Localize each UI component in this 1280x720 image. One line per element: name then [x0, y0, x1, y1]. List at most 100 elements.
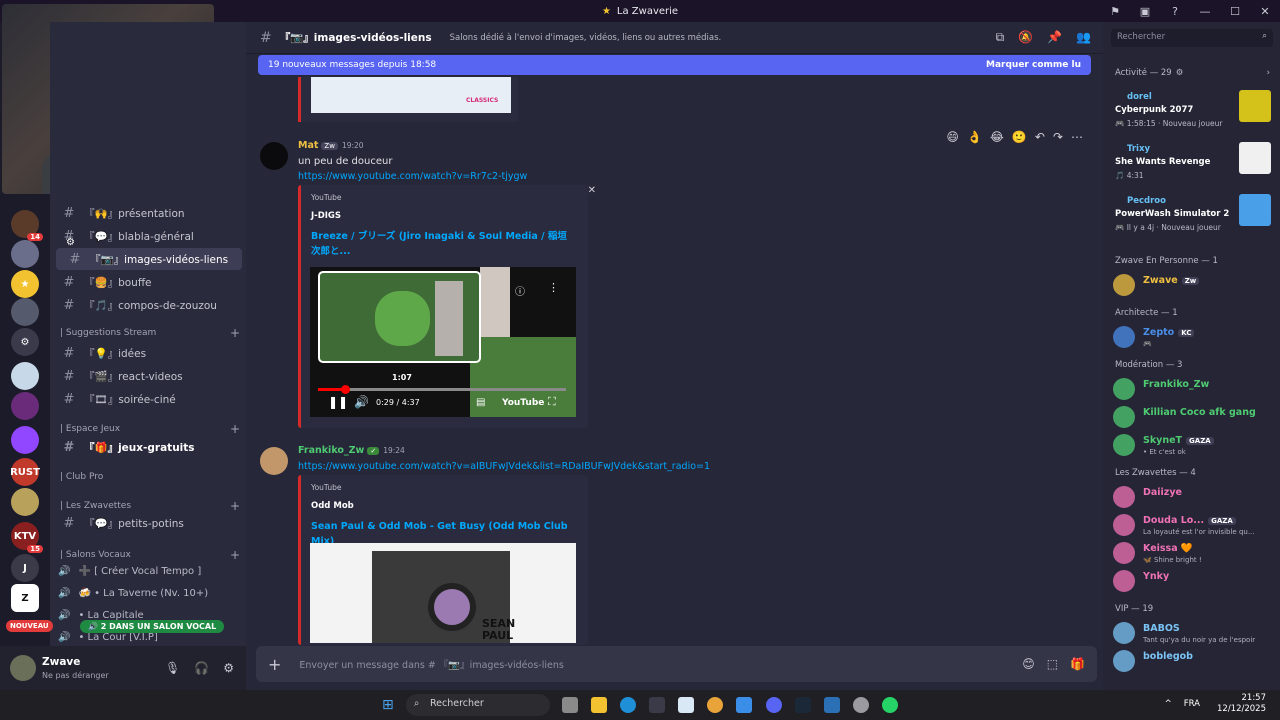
- server-icon[interactable]: [11, 240, 39, 268]
- category-suggestions[interactable]: | Suggestions Stream +: [60, 326, 240, 340]
- progress-track[interactable]: [318, 385, 566, 394]
- embed-provider[interactable]: YouTube: [311, 483, 342, 492]
- author-name[interactable]: Mat: [298, 140, 318, 151]
- server-icon[interactable]: [11, 298, 39, 326]
- embed-provider[interactable]: YouTube: [311, 193, 342, 202]
- server-icon[interactable]: KTV 15: [11, 522, 43, 553]
- message-link[interactable]: https://www.youtube.com/watch?v=aIBUFwJV…: [298, 461, 710, 472]
- titlebar-icon-3[interactable]: —: [1190, 5, 1220, 18]
- member-item[interactable]: boblegob: [1113, 646, 1275, 676]
- apps-icon[interactable]: ⬚: [1047, 657, 1058, 671]
- channel-item[interactable]: # 『💡』idées: [50, 342, 246, 364]
- discord-icon[interactable]: [766, 697, 782, 713]
- microphone-icon[interactable]: 🎙: [165, 661, 180, 675]
- channel-item[interactable]: # 『🍔』bouffe: [50, 271, 246, 293]
- clock[interactable]: 21:57 12/12/2025: [1217, 693, 1266, 715]
- pause-icon[interactable]: ❚❚: [328, 395, 348, 409]
- server-icon[interactable]: 14: [11, 210, 43, 241]
- threads-icon[interactable]: ⧉: [996, 30, 1005, 45]
- titlebar-icon-1[interactable]: ▣: [1130, 5, 1160, 18]
- avatar[interactable]: [260, 447, 288, 475]
- activity-header[interactable]: Activité — 29 ⚙ ›: [1115, 68, 1270, 78]
- video-thumbnail[interactable]: SEAN PAUL: [310, 543, 576, 643]
- avatar[interactable]: [10, 655, 36, 681]
- server-icon[interactable]: Z: [11, 584, 39, 612]
- server-icon[interactable]: [11, 362, 39, 390]
- member-item[interactable]: Keissa 🧡 🦋 Shine bright !: [1113, 538, 1275, 568]
- message-input[interactable]: + Envoyer un message dans # 『📷』images-vi…: [256, 646, 1097, 682]
- channel-topic[interactable]: Salons dédié à l'envoi d'images, vidéos,…: [450, 33, 722, 43]
- embed-title[interactable]: Breeze / ブリーズ (Jiro Inagaki & Soul Media…: [311, 229, 576, 259]
- edge-icon[interactable]: [620, 697, 636, 713]
- member-item[interactable]: Zwave Zw: [1113, 270, 1275, 300]
- server-icon[interactable]: RUST: [10, 458, 40, 486]
- titlebar-icon-4[interactable]: ☐: [1220, 5, 1250, 18]
- message-link[interactable]: https://www.youtube.com/watch?v=Rr7c2-tj…: [298, 171, 527, 182]
- settings-icon[interactable]: ⚙: [223, 661, 234, 675]
- notepad-icon[interactable]: [678, 697, 694, 713]
- emoji-icon[interactable]: 😊: [1022, 657, 1035, 671]
- channel-item[interactable]: # 『🎵』compos-de-zouzou: [50, 294, 246, 316]
- titlebar-icon-2[interactable]: ?: [1160, 5, 1190, 18]
- category-jeux[interactable]: | Espace Jeux +: [60, 422, 240, 436]
- member-item[interactable]: Ynky: [1113, 566, 1275, 596]
- add-channel-icon[interactable]: +: [230, 422, 240, 436]
- member-item[interactable]: SkyneT GAZA • Et c'est ok: [1113, 430, 1275, 460]
- mark-as-read-button[interactable]: Marquer comme lu: [986, 60, 1081, 70]
- reaction-action-6[interactable]: ⋯: [1071, 130, 1083, 144]
- headphones-icon[interactable]: 🎧: [194, 661, 209, 675]
- member-item[interactable]: Frankiko_Zw: [1113, 374, 1275, 404]
- info-icon[interactable]: ⓘ: [515, 283, 525, 298]
- category-zwavettes[interactable]: | Les Zwavettes +: [60, 499, 240, 513]
- fullscreen-icon[interactable]: ⛶: [548, 395, 556, 409]
- author-name[interactable]: Frankiko_Zw: [298, 445, 364, 456]
- server-icon[interactable]: [11, 392, 39, 420]
- server-icon[interactable]: ★: [11, 270, 39, 298]
- previous-embed-image[interactable]: CLASSICS: [311, 77, 511, 113]
- store-icon[interactable]: [649, 697, 665, 713]
- taskbar-search[interactable]: ⌕ Rechercher: [406, 694, 550, 716]
- titlebar-icon-5[interactable]: ✕: [1250, 5, 1280, 18]
- whatsapp-icon[interactable]: [882, 697, 898, 713]
- todo-icon[interactable]: [736, 697, 752, 713]
- video-player[interactable]: 1:07 ⓘ ⋮ ❚❚ 🔊 0:29 / 4:37 ▤ YouTube ⛶: [310, 267, 576, 417]
- youtube-logo[interactable]: YouTube: [502, 398, 544, 408]
- voice-channel[interactable]: 🔊 • La Cour [V.I.P]: [58, 632, 158, 643]
- embed-author[interactable]: Odd Mob: [311, 501, 354, 511]
- channel-item[interactable]: # 『🎞』soirée-ciné: [50, 388, 246, 410]
- channel-item[interactable]: # 『📷』images-vidéos-liens ⚙: [56, 237, 242, 270]
- category-clubpro[interactable]: | Club Pro: [60, 472, 240, 482]
- channel-item[interactable]: # 『🙌』présentation: [50, 202, 246, 224]
- file-explorer-icon[interactable]: [591, 697, 607, 713]
- server-icon[interactable]: J: [11, 554, 39, 582]
- mute-icon[interactable]: 🔕: [1018, 30, 1033, 45]
- new-messages-bar[interactable]: 19 nouveaux messages depuis 18:58 Marque…: [258, 55, 1091, 75]
- windows-start-icon[interactable]: ⊞: [382, 697, 394, 713]
- gift-icon[interactable]: 🎁: [1070, 657, 1085, 671]
- channel-petits-potins[interactable]: # 『💬』petits-potins: [50, 512, 246, 534]
- category-vocaux[interactable]: | Salons Vocaux +: [60, 548, 240, 562]
- activity-item[interactable]: dorel Cyberpunk 2077 🎮 1:58:15 · Nouveau j…: [1113, 90, 1275, 134]
- user-info[interactable]: Zwave Ne pas déranger: [42, 656, 109, 681]
- add-channel-icon[interactable]: +: [230, 326, 240, 340]
- server-icon[interactable]: ⚙: [11, 328, 39, 356]
- member-item[interactable]: Zepto KC 🎮: [1113, 322, 1275, 352]
- titlebar-icon-0[interactable]: ⚑: [1100, 5, 1130, 18]
- close-icon[interactable]: ✕: [588, 185, 596, 196]
- pin-icon[interactable]: 📌: [1047, 30, 1062, 45]
- search-input[interactable]: Rechercher ⌕: [1111, 29, 1273, 47]
- language-indicator[interactable]: FRA: [1184, 699, 1200, 709]
- voice-count-pill[interactable]: 🔊 2 DANS UN SALON VOCAL: [80, 620, 225, 633]
- settings-icon[interactable]: [853, 697, 869, 713]
- member-item[interactable]: Douda Lo... GAZA La loyauté est l'or invis…: [1113, 510, 1275, 540]
- server-icon[interactable]: [11, 488, 39, 516]
- steam-icon[interactable]: [795, 697, 811, 713]
- task-view-icon[interactable]: [562, 697, 578, 713]
- activity-item[interactable]: Pecdroo PowerWash Simulator 2 🎮 Il y a 4j …: [1113, 194, 1275, 238]
- members-icon[interactable]: 👥: [1076, 30, 1091, 45]
- member-item[interactable]: Daiizye: [1113, 482, 1275, 512]
- more-options-icon[interactable]: ⋮: [548, 281, 559, 294]
- embed-author[interactable]: J-DIGS: [311, 211, 341, 221]
- search-icon[interactable]: ⌕: [1262, 31, 1267, 41]
- member-item[interactable]: Killian Coco afk gang: [1113, 402, 1275, 432]
